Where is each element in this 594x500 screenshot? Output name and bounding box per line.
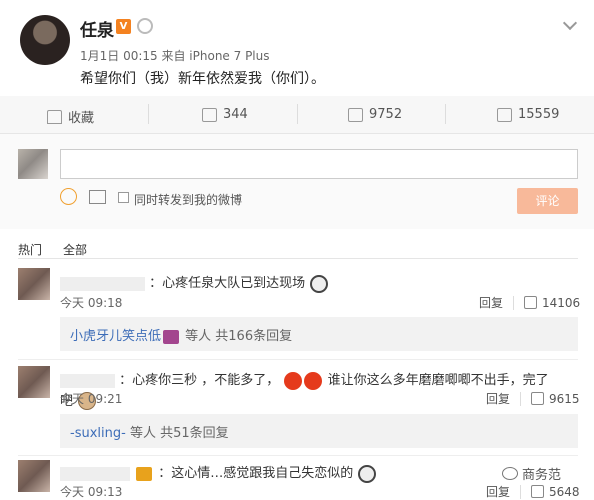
- reply-button[interactable]: 回复: [486, 390, 510, 407]
- like-button[interactable]: 15559: [497, 107, 559, 122]
- divider: [297, 104, 298, 124]
- watermark-text: 商务范: [522, 468, 562, 483]
- forward-icon: [202, 107, 217, 122]
- vip-icon: [163, 329, 180, 344]
- post-meta: 1月1日 00:15 来自 iPhone 7 Plus: [80, 49, 270, 63]
- comment-icon: [348, 107, 363, 122]
- like-count: 14106: [542, 295, 581, 310]
- comment-button[interactable]: 9752: [348, 107, 402, 122]
- comment-time: 今天 09:21: [60, 392, 123, 406]
- submit-comment-button[interactable]: 评论: [517, 188, 578, 214]
- forward-checkbox-label: 同时转发到我的微博: [134, 193, 243, 207]
- author-avatar[interactable]: [20, 15, 70, 65]
- comment-actions: 回复 5648: [486, 483, 580, 500]
- collect-label: 收藏: [68, 111, 95, 126]
- comment-avatar[interactable]: [18, 268, 50, 300]
- collect-button[interactable]: 收藏: [47, 107, 94, 126]
- divider: [18, 455, 578, 456]
- divider: [513, 295, 515, 310]
- reply-count: 等人 共166条回复: [185, 329, 293, 344]
- emoji-icon: [358, 464, 377, 483]
- comment-item: ：心疼任泉大队已到达现场: [60, 272, 329, 293]
- comment-text: ：这心情…感觉跟我自己失恋似的: [158, 466, 354, 481]
- badge-icon: [136, 466, 153, 481]
- comment-time: 今天 09:18: [60, 296, 123, 310]
- comment-avatar[interactable]: [18, 460, 50, 492]
- like-count: 15559: [518, 107, 560, 122]
- member-icon: [137, 18, 153, 34]
- comment-time: 今天 09:13: [60, 485, 123, 499]
- divider: [520, 484, 522, 499]
- thumbs-up-icon[interactable]: [531, 485, 545, 498]
- angry-emoji-icon: [284, 371, 303, 390]
- thumbs-up-icon: [497, 107, 512, 122]
- comment-avatar[interactable]: [18, 366, 50, 398]
- replies-summary[interactable]: 小虎牙儿笑点低 等人 共166条回复: [60, 317, 578, 351]
- forward-button[interactable]: 344: [202, 107, 248, 122]
- username-blurred[interactable]: [60, 373, 115, 388]
- reply-button[interactable]: 回复: [479, 294, 503, 311]
- divider: [445, 104, 446, 124]
- username-blurred[interactable]: [60, 466, 130, 481]
- wechat-icon: [502, 467, 518, 480]
- thumbs-up-icon[interactable]: [531, 392, 545, 405]
- forward-count: 344: [223, 107, 248, 122]
- forward-checkbox[interactable]: [118, 192, 129, 203]
- chevron-down-icon[interactable]: [562, 15, 578, 31]
- post-content: 希望你们（我）新年依然爱我（你们）。: [80, 71, 325, 87]
- replies-summary[interactable]: -suxling- 等人 共51条回复: [60, 414, 578, 448]
- username-blurred[interactable]: [60, 276, 145, 291]
- comment-item: ：心疼你三秒 ，不能多了， 谁让你这么多年磨磨唧唧不出手，完了吧: [60, 369, 560, 410]
- reply-count: 等人 共51条回复: [129, 426, 229, 441]
- tab-divider: [18, 258, 578, 259]
- like-count: 9615: [549, 391, 580, 406]
- star-icon: [47, 109, 62, 124]
- comment-text: ：心疼任泉大队已到达现场: [149, 276, 306, 291]
- angry-emoji-icon: [304, 371, 323, 390]
- reply-user[interactable]: -suxling-: [70, 426, 126, 441]
- divider: [148, 104, 149, 124]
- reply-user[interactable]: 小虎牙儿笑点低: [70, 329, 161, 344]
- comment-actions: 回复 9615: [486, 390, 580, 407]
- comment-count: 9752: [369, 107, 403, 122]
- watermark: 商务范: [502, 464, 561, 483]
- user-avatar: [18, 149, 48, 179]
- reply-button[interactable]: 回复: [486, 483, 510, 500]
- emoji-icon[interactable]: [60, 188, 77, 205]
- divider: [18, 359, 578, 360]
- tab-hot[interactable]: 热门: [18, 241, 42, 258]
- divider: [520, 391, 522, 406]
- tab-all[interactable]: 全部: [63, 241, 87, 258]
- verified-badge-icon: V: [116, 19, 131, 34]
- comment-item: ：这心情…感觉跟我自己失恋似的: [60, 462, 377, 483]
- comment-text: ：心疼你三秒 ，不能多了，: [119, 373, 280, 388]
- author-name[interactable]: 任泉: [80, 16, 114, 41]
- emoji-icon: [310, 274, 329, 293]
- comment-input[interactable]: [60, 149, 578, 179]
- like-count: 5648: [549, 484, 580, 499]
- thumbs-up-icon[interactable]: [524, 296, 538, 309]
- comment-actions: 回复 14106: [479, 294, 580, 311]
- image-icon[interactable]: [89, 190, 106, 204]
